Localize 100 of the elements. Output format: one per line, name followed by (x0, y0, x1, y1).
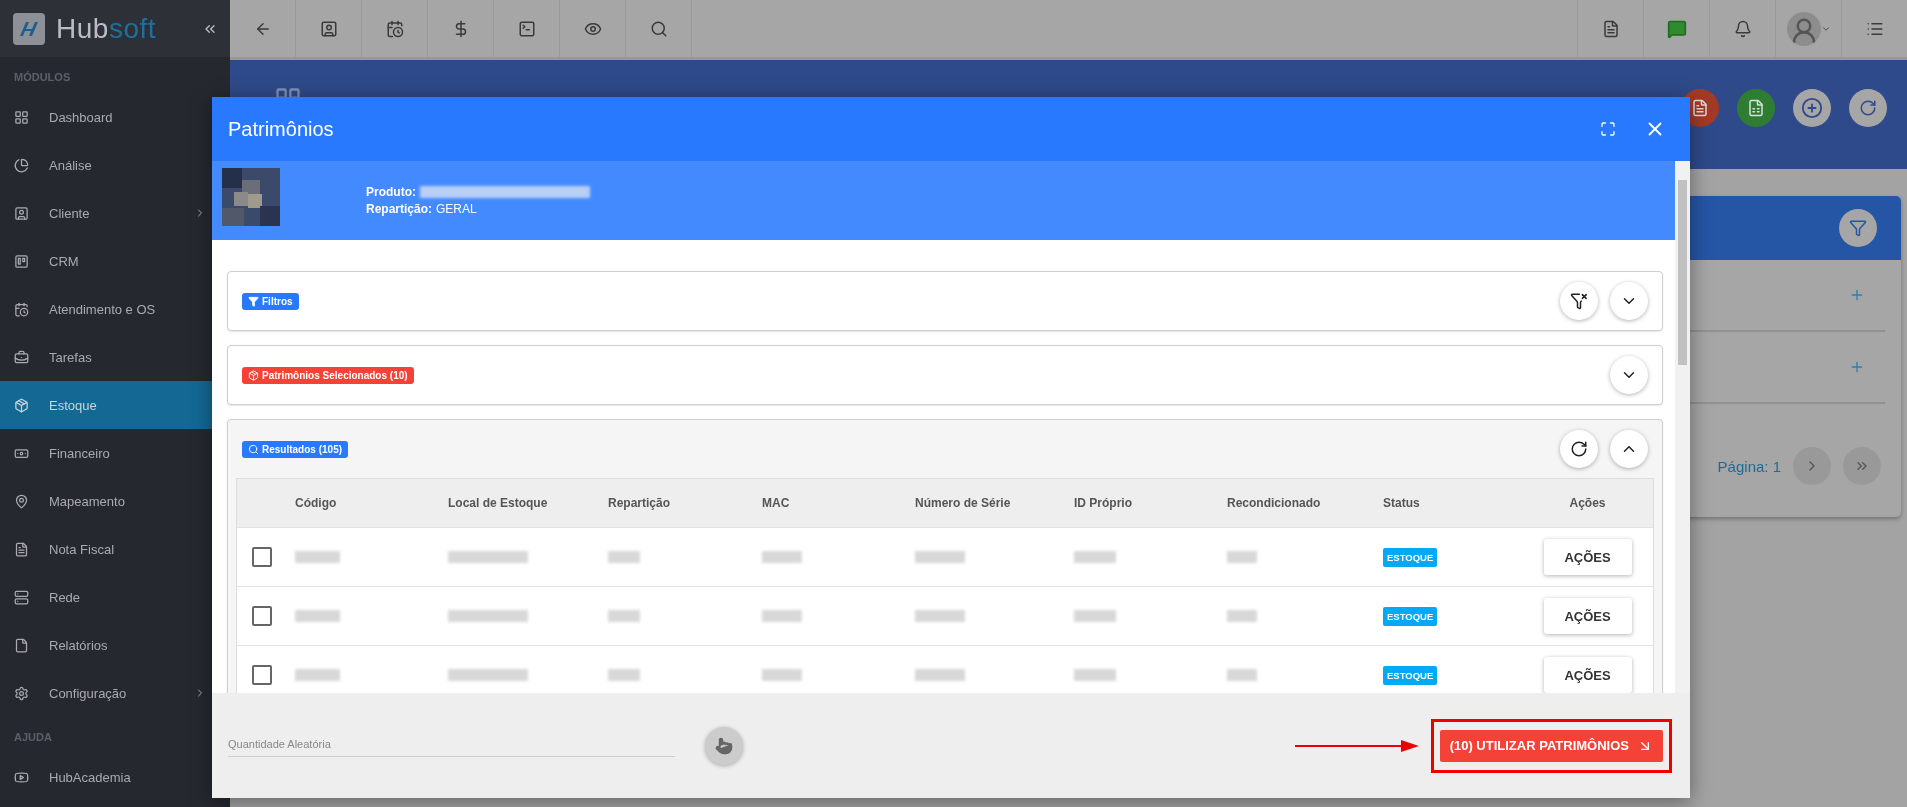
column-header: Código (295, 496, 338, 510)
column-header: ID Próprio (1074, 496, 1133, 510)
blurred-value (608, 551, 640, 563)
status-badge: ESTOQUE (1383, 606, 1438, 626)
sidebar-item[interactable]: Atendimento e OS (0, 285, 230, 333)
pie-chart-icon (14, 157, 29, 173)
logo-icon (12, 11, 46, 46)
sidebar-item[interactable]: Nota Fiscal (0, 525, 230, 573)
sidebar-item[interactable]: Dashboard (0, 93, 230, 141)
add-button[interactable] (1793, 89, 1831, 127)
terminal-icon (517, 19, 536, 38)
filter-icon (1849, 219, 1867, 237)
blurred-value (295, 551, 340, 563)
board-icon (14, 253, 29, 269)
grid-icon (14, 109, 29, 125)
column-header: MAC (762, 496, 791, 510)
section-badge: Filtros (242, 292, 299, 310)
blurred-value (1227, 610, 1257, 622)
sidebar-item[interactable]: CRM (0, 237, 230, 285)
settings-icon (14, 685, 29, 701)
server-icon (14, 589, 29, 605)
dialog-title: Patrimônios (228, 117, 335, 141)
section-heading: AJUDA (13, 730, 53, 745)
box-icon (14, 397, 29, 413)
plus-icon[interactable] (1849, 287, 1865, 303)
file-icon (14, 637, 29, 653)
blurred-value (762, 551, 802, 563)
status-badge: ESTOQUE (1383, 665, 1438, 685)
sidebar-item[interactable]: Rede (0, 573, 230, 621)
blurred-value (762, 669, 802, 681)
use-assets-button[interactable]: (10) UTILIZAR PATRIMÔNIOS (1439, 729, 1663, 762)
document-icon (1691, 99, 1709, 117)
avatar (1786, 11, 1821, 46)
bell-icon (1733, 19, 1752, 38)
video-icon (14, 769, 29, 785)
row-checkbox[interactable] (252, 665, 272, 685)
sidebar-item[interactable]: Mapeamento (0, 477, 230, 525)
message-icon (1666, 18, 1687, 39)
spreadsheet-export-button[interactable] (1737, 89, 1775, 127)
blurred-value (608, 669, 640, 681)
blurred-value (915, 610, 965, 622)
blurred-value (295, 610, 340, 622)
sidebar-item[interactable]: HubAcademia (0, 753, 230, 801)
column-header: Status (1383, 496, 1421, 510)
row-checkbox[interactable] (252, 606, 272, 626)
filter-icon (248, 295, 259, 307)
sidebar-item[interactable]: Cliente (0, 189, 230, 237)
section-badge: Patrimônios Selecionados (10) (242, 366, 414, 384)
status-badge: ESTOQUE (1383, 547, 1438, 567)
sidebar-item[interactable]: Configuração (0, 669, 230, 717)
reload-button[interactable] (1849, 89, 1887, 127)
blurred-value (1227, 669, 1257, 681)
map-pin-icon (14, 493, 29, 509)
sidebar-item[interactable]: Tarefas (0, 333, 230, 381)
box-icon (248, 369, 259, 381)
filter-button[interactable] (1839, 209, 1877, 247)
logo-text: Hubsoft (56, 12, 157, 45)
document-icon (1601, 19, 1620, 38)
refresh-icon (1859, 99, 1877, 117)
section-heading: MÓDULOS (13, 70, 72, 85)
blurred-value (915, 551, 965, 563)
sidebar-item[interactable]: Financeiro (0, 429, 230, 477)
fullscreen-icon[interactable] (1600, 121, 1616, 137)
quantity-field[interactable]: Quantidade Aleatória (228, 734, 675, 757)
last-page-button[interactable] (1843, 447, 1881, 485)
spreadsheet-icon (1747, 99, 1765, 117)
pick-button[interactable] (705, 726, 743, 765)
blurred-value (762, 610, 802, 622)
column-header: Número de Série (915, 496, 1012, 510)
blurred-value (1074, 551, 1116, 563)
blurred-value (1074, 610, 1116, 622)
column-header: Repartição (608, 496, 672, 510)
section-badge: Resultados (105) (242, 440, 349, 458)
actions-button[interactable]: AÇÕES (1543, 657, 1632, 693)
refresh-icon (1570, 440, 1588, 458)
row-checkbox[interactable] (252, 547, 272, 567)
blurred-value (1227, 551, 1257, 563)
search-icon (649, 19, 668, 38)
column-header: Recondicionado (1227, 496, 1322, 510)
clear-filter-button[interactable] (1560, 282, 1598, 320)
filter-x-icon (1570, 292, 1588, 310)
hand-pointer-icon (715, 736, 733, 755)
refresh-button[interactable] (1560, 430, 1598, 468)
document-icon (14, 541, 29, 557)
contact-icon (319, 19, 338, 38)
blurred-value (915, 669, 965, 681)
actions-button[interactable]: AÇÕES (1543, 539, 1632, 575)
calendar-clock-icon (14, 301, 29, 317)
blurred-value (608, 610, 640, 622)
scrollbar-thumb[interactable] (1678, 180, 1687, 365)
plus-icon[interactable] (1849, 359, 1865, 375)
plus-circle-icon (1801, 97, 1823, 119)
sidebar-item[interactable]: Relatórios (0, 621, 230, 669)
sidebar-item[interactable]: Análise (0, 141, 230, 189)
collapse-button[interactable] (1610, 430, 1648, 468)
blurred-value (1074, 669, 1116, 681)
column-header: Ações (1568, 496, 1607, 510)
actions-button[interactable]: AÇÕES (1543, 598, 1632, 634)
column-header: Local de Estoque (448, 496, 549, 510)
contact-icon (14, 205, 29, 221)
